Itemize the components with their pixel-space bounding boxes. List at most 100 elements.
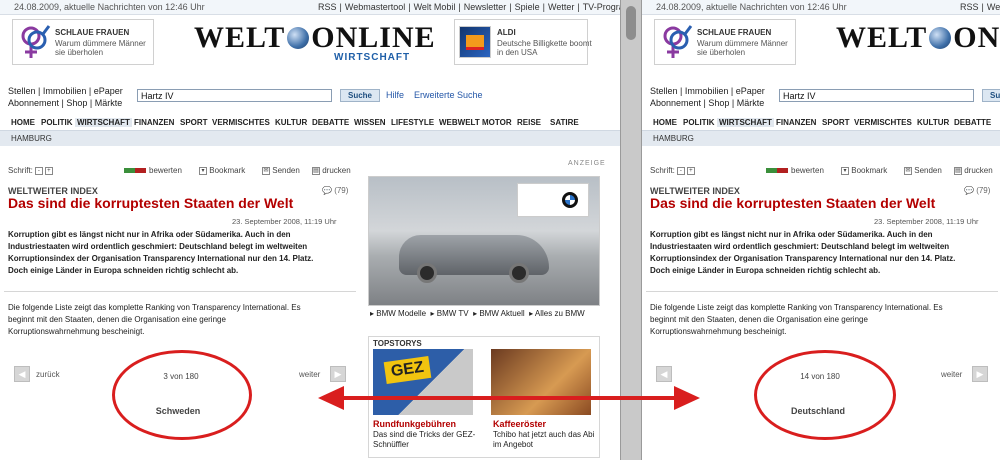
nav-debatte[interactable]: DEBATTE: [312, 118, 349, 127]
gallery-next-icon[interactable]: ▶: [330, 366, 346, 382]
gallery-next-label[interactable]: weiter: [299, 370, 320, 379]
gallery-next-label[interactable]: weiter: [941, 370, 962, 379]
top-bar: 24.08.2009, aktuelle Nachrichten von 12:…: [642, 0, 1000, 15]
link-webmastertool[interactable]: Webmastertool: [345, 2, 405, 12]
link-tv-programm[interactable]: TV-Programm: [583, 2, 620, 12]
nav-kultur[interactable]: KULTUR: [917, 118, 949, 127]
topstory-title[interactable]: Rundfunkgebühren: [373, 419, 456, 429]
print-button[interactable]: ▤ drucken: [952, 166, 993, 175]
topstory-text[interactable]: Tchibo hat jetzt auch das Abi im Angebot: [493, 430, 597, 450]
search-button[interactable]: Suche: [982, 89, 1000, 102]
nav-wirtschaft[interactable]: WIRTSCHAFT: [75, 118, 132, 127]
nav-satire[interactable]: SATIRE: [550, 118, 579, 127]
bookmark-icon: ▾: [199, 166, 207, 175]
ad-schlaue-frauen[interactable]: SCHLAUE FRAUEN Warum dümmere Männer sie …: [12, 19, 154, 65]
comment-count-value: (79): [334, 186, 349, 195]
teaser-line: Industriestaaten wird ordentlich geschmi…: [8, 242, 308, 251]
nav-politik[interactable]: POLITIK: [683, 118, 715, 127]
send-button[interactable]: ✉ Senden: [902, 166, 942, 175]
nav-wissen[interactable]: WISSEN: [354, 118, 386, 127]
bmw-ad-image[interactable]: [368, 176, 600, 306]
bookmark-button[interactable]: ▾ Bookmark: [197, 166, 245, 175]
nav-sport[interactable]: SPORT: [180, 118, 208, 127]
nav-reise[interactable]: REISE: [517, 118, 541, 127]
service-links-row-1[interactable]: Stellen | Immobilien | ePaper: [8, 85, 123, 97]
link-newsletter[interactable]: Newsletter: [464, 2, 507, 12]
comment-count[interactable]: 💬 (79): [964, 186, 990, 195]
printer-icon: ▤: [954, 166, 962, 175]
subnav-hamburg[interactable]: HAMBURG: [653, 131, 694, 146]
link-wetter[interactable]: Wetter: [548, 2, 574, 12]
bmw-all-link[interactable]: ▸ Alles zu BMW: [529, 309, 585, 318]
body-line: Die folgende Liste zeigt das komplette R…: [8, 303, 301, 312]
scrollbar-thumb[interactable]: [626, 6, 636, 40]
article-toolbar: Schrift: - + bewerten ▾ Bookmark ✉ Senden …: [8, 163, 358, 179]
service-links-row-1[interactable]: Stellen | Immobilien | ePaper: [650, 85, 765, 97]
nav-motor[interactable]: MOTOR: [482, 118, 512, 127]
nav-sport[interactable]: SPORT: [822, 118, 850, 127]
ad-schlaue-frauen[interactable]: SCHLAUE FRAUEN Warum dümmere Männer sie …: [654, 19, 796, 65]
teaser-line: Korruptionsindex der Organisation Transp…: [650, 254, 956, 263]
ad-text: Deutsche Billigkette boomt in den USA: [497, 39, 592, 57]
nav-finanzen[interactable]: FINANZEN: [776, 118, 816, 127]
print-button[interactable]: ▤ drucken: [310, 166, 351, 175]
article-body: Die folgende Liste zeigt das komplette R…: [650, 302, 995, 338]
print-label: drucken: [322, 166, 351, 175]
nav-politik[interactable]: POLITIK: [41, 118, 73, 127]
ad-title: SCHLAUE FRAUEN: [55, 28, 130, 37]
nav-debatte[interactable]: DEBATTE: [954, 118, 991, 127]
topstory-title[interactable]: Kaffeeröster: [493, 419, 546, 429]
link-webmastertool[interactable]: Webmastertool: [987, 2, 1000, 12]
current-date: 24.08.2009, aktuelle Nachrichten von 12:…: [656, 2, 847, 12]
nav-kultur[interactable]: KULTUR: [275, 118, 307, 127]
bmw-news-link[interactable]: ▸ BMW Aktuell: [473, 309, 525, 318]
ad-title: SCHLAUE FRAUEN: [697, 28, 772, 37]
nav-lifestyle[interactable]: LIFESTYLE: [391, 118, 434, 127]
gallery-prev-label[interactable]: zurück: [36, 370, 60, 379]
bmw-tv-link[interactable]: ▸ BMW TV: [431, 309, 469, 318]
nav-finanzen[interactable]: FINANZEN: [134, 118, 174, 127]
body-line: beginnt mit den Staaten, denen die Organ…: [8, 315, 226, 324]
subnav-hamburg[interactable]: HAMBURG: [11, 131, 52, 146]
link-spiele[interactable]: Spiele: [515, 2, 540, 12]
globe-icon: [929, 27, 952, 50]
nav-home[interactable]: HOME: [653, 118, 677, 127]
nav-wirtschaft[interactable]: WIRTSCHAFT: [717, 118, 774, 127]
gallery-prev-icon[interactable]: ◀: [656, 366, 672, 382]
service-links-row-2[interactable]: Abonnement | Shop | Märkte: [650, 97, 765, 109]
gallery-prev-icon[interactable]: ◀: [14, 366, 30, 382]
search-button[interactable]: Suche: [340, 89, 380, 102]
body-line: Korruptionswahrnehmung bescheinigt.: [650, 327, 787, 336]
advanced-search-link[interactable]: Erweiterte Suche: [414, 90, 483, 100]
search-input[interactable]: Hartz IV: [137, 89, 332, 102]
font-larger-icon[interactable]: +: [686, 166, 695, 175]
nav-vermischtes[interactable]: VERMISCHTES: [854, 118, 912, 127]
font-larger-icon[interactable]: +: [44, 166, 53, 175]
gallery-next-icon[interactable]: ▶: [972, 366, 988, 382]
bookmark-button[interactable]: ▾ Bookmark: [839, 166, 887, 175]
rate-button[interactable]: bewerten: [124, 166, 182, 175]
ad-label: ANZEIGE: [568, 160, 606, 167]
help-link[interactable]: Hilfe: [386, 90, 404, 100]
font-smaller-icon[interactable]: -: [34, 166, 43, 175]
service-links-row-2[interactable]: Abonnement | Shop | Märkte: [8, 97, 123, 109]
nav-vermischtes[interactable]: VERMISCHTES: [212, 118, 270, 127]
site-logo[interactable]: WELT ONLINE: [836, 21, 1000, 55]
link-welt-mobil[interactable]: Welt Mobil: [414, 2, 456, 12]
mail-icon: ✉: [904, 166, 912, 175]
rate-button[interactable]: bewerten: [766, 166, 824, 175]
send-button[interactable]: ✉ Senden: [260, 166, 300, 175]
bmw-models-link[interactable]: ▸ BMW Modelle: [370, 309, 426, 318]
topstory-thumbnail[interactable]: GEZ: [373, 349, 473, 415]
link-rss[interactable]: RSS: [960, 2, 979, 12]
nav-webwelt[interactable]: WEBWELT: [439, 118, 480, 127]
font-smaller-icon[interactable]: -: [676, 166, 685, 175]
nav-home[interactable]: HOME: [11, 118, 35, 127]
ad-aldi[interactable]: ALDI Deutsche Billigkette boomt in den U…: [454, 19, 592, 65]
search-input[interactable]: Hartz IV: [779, 89, 974, 102]
topstory-text[interactable]: Das sind die Tricks der GEZ-Schnüffler: [373, 430, 483, 450]
site-logo[interactable]: WELT ONLINE: [194, 21, 436, 55]
topstory-thumbnail[interactable]: [491, 349, 591, 415]
comment-count[interactable]: 💬 (79): [322, 186, 348, 195]
link-rss[interactable]: RSS: [318, 2, 337, 12]
